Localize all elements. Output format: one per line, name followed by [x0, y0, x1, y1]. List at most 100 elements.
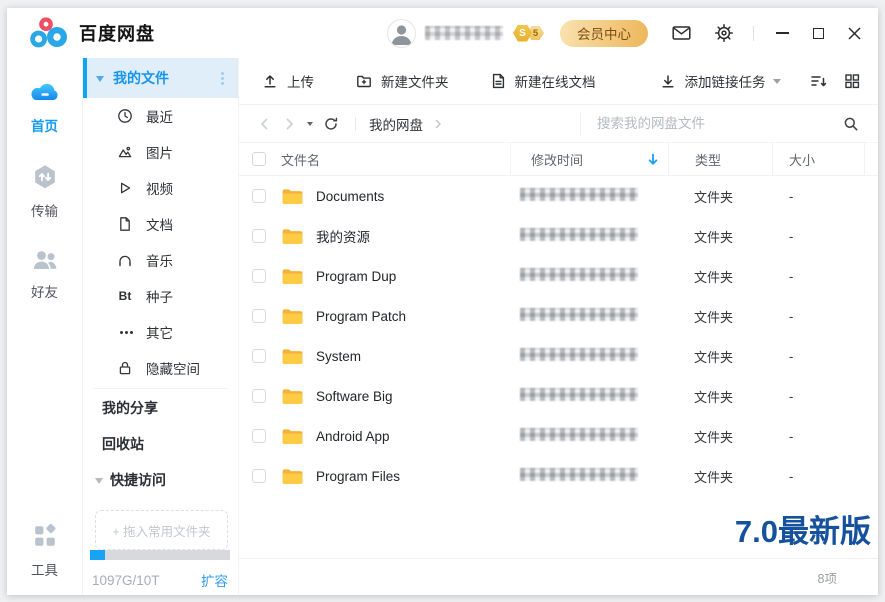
file-name[interactable]: Android App [316, 429, 390, 444]
bt-icon: Bt [116, 287, 134, 305]
file-name[interactable]: Software Big [316, 389, 393, 404]
column-header-name[interactable]: 文件名 [239, 143, 510, 175]
table-row[interactable]: Program Patch 文件夹 - [239, 296, 878, 336]
file-name[interactable]: System [316, 349, 361, 364]
modified-time-blurred [520, 268, 638, 281]
grid-view-icon[interactable] [844, 73, 860, 89]
table-row[interactable]: Software Big 文件夹 - [239, 376, 878, 416]
sort-order-icon[interactable] [810, 73, 827, 89]
row-checkbox[interactable] [252, 429, 266, 443]
table-row[interactable]: System 文件夹 - [239, 336, 878, 376]
user-avatar[interactable] [387, 19, 416, 48]
rail-item-tools[interactable]: 工具 [31, 522, 59, 579]
baidu-netdisk-logo-icon [29, 16, 69, 50]
rail-item-transfer[interactable]: 传输 [31, 163, 59, 220]
sidebar-link[interactable]: 回收站 [83, 426, 238, 462]
file-name[interactable]: Program Patch [316, 309, 406, 324]
row-checkbox[interactable] [252, 189, 266, 203]
modified-time-blurred [520, 388, 638, 401]
sidebar-item[interactable]: 图片 [83, 134, 238, 170]
table-row[interactable]: 我的资源 文件夹 - [239, 216, 878, 256]
column-header-type[interactable]: 类型 [668, 143, 772, 175]
modified-time-blurred [520, 428, 638, 441]
file-name[interactable]: Documents [316, 189, 384, 204]
chevron-down-icon[interactable] [773, 79, 781, 88]
row-checkbox[interactable] [252, 469, 266, 483]
rail-item-home[interactable]: 首页 [28, 80, 62, 135]
row-checkbox[interactable] [252, 389, 266, 403]
sidebar-item[interactable]: 视频 [83, 170, 238, 206]
transfer-icon [31, 163, 59, 194]
clock-icon [116, 107, 134, 125]
file-size: - [772, 229, 864, 244]
sidebar-item[interactable]: 隐藏空间 [83, 350, 238, 386]
vip-level-badge[interactable]: S 5 [513, 25, 544, 42]
modified-time-blurred [520, 228, 638, 241]
new-folder-button[interactable]: 新建文件夹 [356, 71, 449, 91]
search-icon[interactable] [843, 116, 859, 132]
history-dropdown-icon[interactable] [307, 122, 313, 129]
sidebar-item[interactable]: 最近 [83, 98, 238, 134]
member-center-button[interactable]: 会员中心 [560, 20, 648, 47]
friends-icon [31, 248, 59, 275]
folder-icon [281, 267, 304, 286]
sidebar-item[interactable]: Bt 种子 [83, 278, 238, 314]
folder-icon [281, 427, 304, 446]
row-checkbox[interactable] [252, 269, 266, 283]
file-type: 文件夹 [668, 187, 772, 206]
folder-drop-zone[interactable]: + 拖入常用文件夹 [95, 510, 228, 550]
column-header-modified[interactable]: 修改时间 [510, 143, 668, 175]
folder-icon [281, 307, 304, 326]
sidebar-item-quick-access[interactable]: 快捷访问 [83, 462, 238, 498]
sidebar-link[interactable]: 我的分享 [83, 390, 238, 426]
search-input[interactable] [597, 116, 835, 131]
file-type: 文件夹 [668, 267, 772, 286]
folder-icon [281, 347, 304, 366]
toolbar: 上传 新建文件夹 [239, 58, 878, 105]
add-link-task-button[interactable]: 添加链接任务 [660, 71, 766, 91]
file-name[interactable]: Program Files [316, 469, 400, 484]
sidebar-item[interactable]: 其它 [83, 314, 238, 350]
forward-icon[interactable] [281, 116, 297, 132]
table-row[interactable]: Program Files 文件夹 - [239, 456, 878, 496]
folder-icon [281, 187, 304, 206]
column-header-size[interactable]: 大小 [772, 143, 864, 175]
file-table-body: Documents 文件夹 - [239, 176, 878, 558]
storage-usage-text: 1097G/10T [92, 573, 160, 588]
row-checkbox[interactable] [252, 229, 266, 243]
upload-button[interactable]: 上传 [262, 71, 314, 91]
new-online-doc-button[interactable]: 新建在线文档 [491, 71, 596, 91]
file-name[interactable]: Program Dup [316, 269, 396, 284]
more-options-icon[interactable] [221, 77, 224, 80]
row-checkbox[interactable] [252, 309, 266, 323]
table-row[interactable]: Documents 文件夹 - [239, 176, 878, 216]
sidebar-item[interactable]: 音乐 [83, 242, 238, 278]
sort-desc-arrow-icon[interactable] [647, 153, 659, 166]
sidebar-item[interactable]: 文档 [83, 206, 238, 242]
file-size: - [772, 269, 864, 284]
app-window: 百度网盘 S 5 会员中心 [7, 8, 878, 595]
table-header: 文件名 修改时间 类型 大小 [239, 143, 878, 176]
rail-item-friends[interactable]: 好友 [31, 248, 59, 301]
maximize-button[interactable] [810, 25, 826, 41]
modified-time-blurred [520, 348, 638, 361]
file-name[interactable]: 我的资源 [316, 226, 370, 246]
folder-icon [281, 387, 304, 406]
sidebar-item-my-files[interactable]: 我的文件 [83, 58, 238, 98]
breadcrumb[interactable]: 我的网盘 [369, 114, 423, 134]
row-checkbox[interactable] [252, 349, 266, 363]
file-size: - [772, 469, 864, 484]
version-watermark: 7.0最新版 [735, 506, 871, 551]
close-button[interactable] [846, 25, 862, 41]
message-envelope-icon[interactable] [672, 25, 691, 41]
expand-storage-link[interactable]: 扩容 [201, 570, 228, 590]
file-type: 文件夹 [668, 467, 772, 486]
table-row[interactable]: Android App 文件夹 - [239, 416, 878, 456]
settings-gear-icon[interactable] [715, 24, 733, 42]
music-icon [116, 251, 134, 269]
select-all-checkbox[interactable] [252, 152, 266, 166]
back-icon[interactable] [257, 116, 273, 132]
refresh-icon[interactable] [323, 116, 339, 132]
table-row[interactable]: Program Dup 文件夹 - [239, 256, 878, 296]
minimize-button[interactable] [774, 25, 790, 41]
